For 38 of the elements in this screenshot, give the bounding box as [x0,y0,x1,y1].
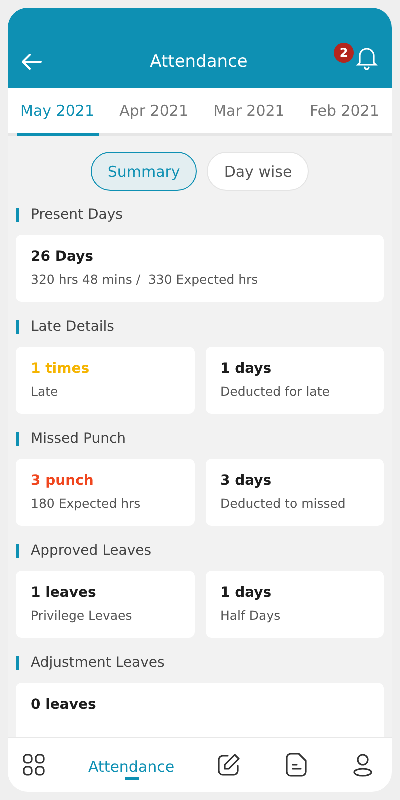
page-title: Attendance [150,52,248,72]
stat-value: 3 days [220,473,273,489]
section-title: Missed Punch [31,431,126,447]
month-tab[interactable]: Apr 2021 [116,88,192,136]
stat-value: 1 times [31,361,91,377]
notification-badge: 2 [334,43,354,63]
stat-caption: Deducted for late [220,384,331,399]
stat-value: 1 days [220,585,273,601]
stat-caption: 180 Expected hrs [31,496,142,511]
nav-tab[interactable]: Attendance [88,758,175,780]
stat-caption: 320 hrs 48 mins / 330 Expected hrs [31,272,260,287]
nav-button[interactable] [20,751,48,779]
nav-button[interactable] [284,751,310,779]
stat-value: 1 leaves [31,585,98,601]
stat-caption: Half Days [220,608,282,623]
stat-value: 0 leaves [31,697,98,713]
month-tab[interactable]: Mar 2021 [210,88,289,136]
bell-icon [356,46,378,70]
stat-caption: Late [31,384,60,399]
stat-value: 26 Days [31,249,94,265]
profile-icon [352,753,374,777]
back-button[interactable] [20,52,44,72]
view-toggle-button[interactable]: Day wise [207,152,310,191]
stat-caption: Privilege Levaes [31,608,134,623]
section-title: Approved Leaves [31,543,152,559]
view-toggle-button[interactable]: Summary [90,152,198,191]
section-title: Adjustment Leaves [31,655,165,671]
section-title: Present Days [31,207,123,223]
grid-icon [22,753,46,777]
stat-value: 1 days [220,361,273,377]
month-tab[interactable]: Feb 2021 [306,88,384,136]
document-icon [286,753,308,777]
section-title: Late Details [31,319,114,335]
stat-caption: Deducted to missed [220,496,347,511]
stat-value: 3 punch [31,473,95,489]
back-arrow-icon [22,54,42,70]
month-tab[interactable]: May 2021 [16,88,98,136]
edit-icon [217,753,242,777]
